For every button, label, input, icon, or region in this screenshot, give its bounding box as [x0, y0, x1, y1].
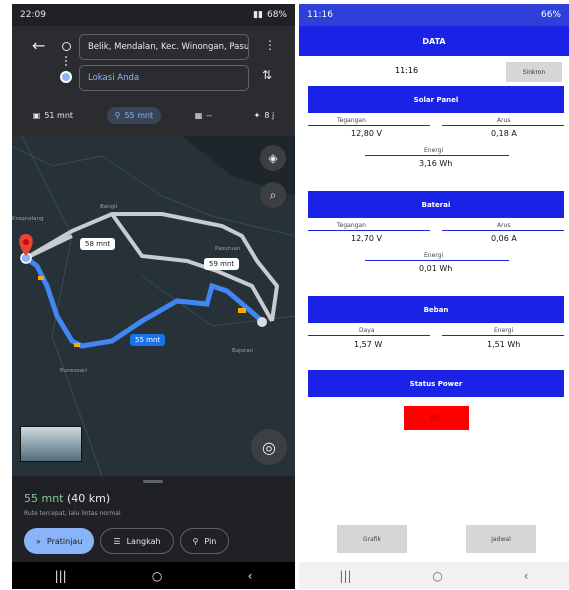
schedule-button[interactable]: Jadwal [466, 525, 536, 553]
preview-button[interactable]: » Pratinjau [24, 528, 95, 554]
route-dots [65, 56, 68, 66]
mode-transit[interactable]: ▦ -- [187, 107, 220, 124]
divider [308, 125, 430, 126]
eta-distance: (40 km) [67, 492, 111, 505]
battery-level: 68% [266, 10, 287, 20]
load-energy-value: 1,51 Wh [487, 340, 521, 349]
divider [442, 335, 564, 336]
destination-dot-icon [60, 71, 72, 83]
divider [442, 230, 564, 231]
solar-panel-header: Solar Panel [308, 86, 564, 113]
battery-current-value: 0,06 A [491, 234, 517, 243]
route-label-alt2[interactable]: 59 mnt [204, 258, 240, 270]
pin-icon: ⚲ [192, 536, 199, 546]
solar-current-value: 0,18 A [491, 129, 517, 138]
street-view-thumbnail[interactable] [20, 426, 82, 462]
power-status-button[interactable]: OFF [404, 406, 469, 430]
divider [365, 155, 509, 156]
directions-panel: ← Belik, Mendalan, Kec. Winongan, Pasu..… [12, 26, 295, 136]
divider [365, 260, 509, 261]
system-nav-bar: ||| ○ ‹ [299, 562, 569, 589]
origin-dot-icon [62, 42, 71, 51]
app-title: DATA [299, 26, 569, 56]
battery-current-label: Arus [497, 222, 511, 229]
route-actions: » Pratinjau ☰ Langkah ⚲ Pin [24, 528, 230, 554]
home-icon[interactable]: ○ [432, 569, 442, 583]
maps-screen: 22:09 ▮▮ 68% ← Belik, Mendalan, Kec. Win… [12, 4, 295, 589]
swap-icon[interactable]: ⇅ [262, 68, 272, 82]
battery-level: 66% [540, 10, 561, 20]
mode-car[interactable]: ▣ 51 mnt [25, 107, 81, 124]
load-power-label: Daya [359, 327, 375, 334]
map-view[interactable]: ◈ ⌕ 58 mnt 59 mnt 55 mnt Kraqnalang Bang… [12, 136, 295, 476]
load-header: Beban [308, 296, 564, 323]
back-icon[interactable]: ‹ [248, 569, 253, 583]
divider [308, 335, 430, 336]
battery-energy-value: 0,01 Wh [419, 264, 453, 273]
mode-motorcycle[interactable]: ⚲ 55 mnt [106, 106, 162, 124]
solar-current-label: Arus [497, 117, 511, 124]
status-bar: 22:09 ▮▮ 68% [12, 4, 295, 26]
pin-button[interactable]: ⚲ Pin [179, 528, 230, 554]
place-label: Bangil [100, 204, 118, 210]
eta-time: 55 mnt [24, 492, 64, 505]
time-row: 11:16 Sinkron [299, 56, 569, 86]
system-nav-bar: ||| ○ ‹ [12, 562, 295, 589]
place-label: Bajoran [232, 348, 254, 354]
load-power-value: 1,57 W [354, 340, 383, 349]
current-time: 11:16 [395, 66, 419, 75]
divider [308, 230, 430, 231]
screenshot-root: 22:09 ▮▮ 68% ← Belik, Mendalan, Kec. Win… [0, 0, 569, 590]
preview-icon: » [36, 536, 41, 546]
solar-voltage-value: 12,80 V [351, 129, 382, 138]
recents-icon[interactable]: ||| [55, 569, 67, 583]
origin-input[interactable]: Belik, Mendalan, Kec. Winongan, Pasu... [79, 34, 249, 60]
back-icon[interactable]: ‹ [524, 569, 529, 583]
battery-voltage-label: Tegangan [337, 222, 366, 229]
battery-energy-label: Energi [424, 252, 444, 259]
steps-button[interactable]: ☰ Langkah [100, 528, 174, 554]
divider [442, 125, 564, 126]
signal-icon: ▮▮ [253, 10, 263, 20]
route-map [12, 136, 295, 476]
motorcycle-icon: ⚲ [114, 110, 121, 120]
route-note: Rute tercepat, lalu lintas normal [24, 510, 121, 517]
recents-icon[interactable]: ||| [339, 569, 351, 583]
place-label: Purwosari [60, 368, 87, 374]
battery-voltage-value: 12,70 V [351, 234, 382, 243]
data-screen: 11:16 66% DATA 11:16 Sinkron Solar Panel… [299, 4, 569, 589]
transit-icon: ▦ [194, 110, 203, 120]
solar-energy-label: Energi [424, 147, 444, 154]
sync-button[interactable]: Sinkron [506, 62, 562, 82]
load-energy-label: Energi [494, 327, 514, 334]
solar-voltage-label: Tegangan [337, 117, 366, 124]
walk-icon: ✦ [253, 110, 261, 120]
battery-header: Baterai [308, 191, 564, 218]
eta-summary: 55 mnt (40 km) [24, 492, 110, 505]
destination-input[interactable]: Lokasi Anda [79, 65, 249, 91]
graph-button[interactable]: Grafik [337, 525, 407, 553]
status-bar: 11:16 66% [299, 4, 569, 26]
place-label: Pasuruan [215, 246, 241, 252]
solar-energy-value: 3,16 Wh [419, 159, 453, 168]
more-options-icon[interactable]: ⋮ [264, 38, 276, 52]
route-label-alt1[interactable]: 58 mnt [80, 238, 116, 250]
route-sheet: 55 mnt (40 km) Rute tercepat, lalu linta… [12, 476, 295, 562]
travel-modes: ▣ 51 mnt ⚲ 55 mnt ▦ -- ✦ 8 j [12, 100, 295, 130]
layers-icon[interactable]: ◈ [260, 145, 286, 171]
list-icon: ☰ [113, 536, 121, 546]
sheet-handle[interactable] [143, 480, 163, 483]
my-location-icon[interactable]: ◎ [251, 429, 287, 465]
place-label: Kraqnalang [12, 216, 44, 222]
home-icon[interactable]: ○ [152, 569, 162, 583]
status-time: 11:16 [307, 10, 333, 20]
back-arrow-icon[interactable]: ← [32, 36, 45, 55]
status-time: 22:09 [20, 10, 46, 20]
search-icon[interactable]: ⌕ [260, 182, 286, 208]
power-status-header: Status Power [308, 370, 564, 397]
mode-walk[interactable]: ✦ 8 j [246, 107, 283, 124]
car-icon: ▣ [32, 110, 41, 120]
route-label-main[interactable]: 55 mnt [130, 334, 166, 346]
